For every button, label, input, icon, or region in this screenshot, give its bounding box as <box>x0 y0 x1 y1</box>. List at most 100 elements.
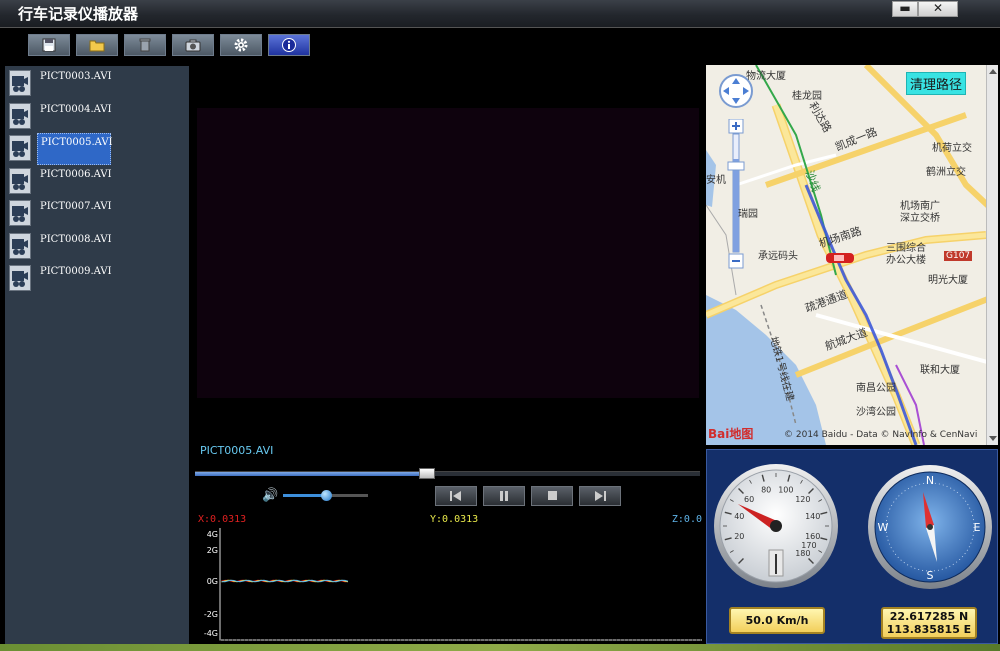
scroll-arrows <box>989 69 997 441</box>
file-list-item[interactable]: PICT0006.AVI <box>9 166 185 196</box>
trash-icon <box>139 38 151 52</box>
file-list-item[interactable]: PICT0008.AVI <box>9 231 185 261</box>
save-icon <box>42 38 56 52</box>
open-folder-button[interactable] <box>76 34 118 56</box>
zoom-slider-graphic <box>727 118 745 269</box>
gsensor-axis-label: -2G <box>204 610 218 619</box>
speed-tick-label: 140 <box>805 512 820 521</box>
title-bar: 行车记录仪播放器 ▬ ✕ <box>0 0 1000 28</box>
longitude: 113.835815 E <box>886 623 972 636</box>
file-list: PICT0003.AVI PICT0004.AVI PICT0005.AVI PICT… <box>5 66 189 644</box>
file-list-item[interactable]: PICT0005.AVI <box>9 133 185 165</box>
previous-button[interactable] <box>435 486 477 506</box>
highway-badge: G107 <box>944 251 973 261</box>
pause-button[interactable] <box>483 486 525 506</box>
speed-readout: 50.0 Km/h <box>729 607 825 634</box>
file-list-item[interactable]: PICT0007.AVI <box>9 198 185 228</box>
file-list-item[interactable]: PICT0003.AVI <box>9 68 185 98</box>
snapshot-button[interactable] <box>172 34 214 56</box>
seek-progress <box>195 472 428 476</box>
map-copyright: © 2014 Baidu - Data © NavInfo & CenNavi <box>784 430 978 440</box>
video-file-icon <box>9 200 31 226</box>
map-label: 南昌公园 <box>856 383 896 394</box>
map-label: 鹤洲立交 <box>926 167 966 178</box>
speed-tick-label: 160 <box>805 532 820 541</box>
accel-readout: X:0.0313 Y:0.0313 Z:0.0 <box>196 514 704 526</box>
window-title: 行车记录仪播放器 <box>18 5 139 23</box>
speed-tick-label: 180 <box>795 549 810 558</box>
video-area[interactable] <box>189 66 705 440</box>
map-label: 承远码头 <box>758 251 798 262</box>
compass-north: N <box>926 474 934 487</box>
video-file-icon <box>9 102 31 129</box>
camera-icon <box>185 39 201 52</box>
close-button[interactable]: ✕ <box>918 1 958 17</box>
file-name: PICT0003.AVI <box>40 71 112 82</box>
clear-route-button[interactable]: 清理路径 <box>906 72 967 95</box>
gps-coordinates: 22.617285 N 113.835815 E <box>881 607 977 639</box>
z-axis-value: Z:0.0 <box>671 514 702 525</box>
latitude: 22.617285 N <box>889 610 969 623</box>
map-scrollbar[interactable] <box>986 65 998 445</box>
volume-icon[interactable]: 🔊 <box>262 488 278 503</box>
pause-icon <box>500 491 508 501</box>
seek-slider[interactable] <box>195 468 700 479</box>
minimize-button[interactable]: ▬ <box>892 1 918 17</box>
gsensor-axis-label: -4G <box>204 629 218 638</box>
video-file-icon <box>9 135 31 161</box>
map-label: 瑞园 <box>738 209 758 220</box>
gsensor-axes <box>219 528 702 641</box>
file-name: PICT0004.AVI <box>40 103 112 115</box>
map-label: 物流大厦 <box>746 71 786 82</box>
gsensor-axis-label: 0G <box>207 577 218 586</box>
compass-west: W <box>878 521 889 534</box>
now-playing-label: PICT0005.AVI <box>200 444 274 457</box>
file-name: PICT0008.AVI <box>40 233 112 245</box>
map-label: 联和大厦 <box>920 365 960 376</box>
needle-hub <box>770 520 782 532</box>
map-zoom-slider[interactable] <box>727 118 745 269</box>
video-file-icon <box>9 70 31 96</box>
map-label: 办公大楼 <box>886 255 926 266</box>
gsensor-chart: 4G 2G 0G -2G -4G <box>204 528 702 641</box>
speed-tick-label: 100 <box>778 485 793 494</box>
save-button[interactable] <box>28 34 70 56</box>
map-label: 深立交桥 <box>900 213 940 224</box>
volume-handle[interactable] <box>320 490 332 501</box>
folder-icon <box>89 40 105 52</box>
settings-button[interactable] <box>220 34 262 56</box>
info-icon <box>282 38 296 52</box>
gear-icon <box>234 38 248 52</box>
next-icon <box>595 491 606 501</box>
speed-tick-label: 40 <box>734 512 744 521</box>
previous-icon <box>450 491 461 501</box>
map-label: 机荷立交 <box>932 143 972 154</box>
gsensor-axis-label: 2G <box>207 546 218 555</box>
about-button[interactable] <box>268 34 310 56</box>
video-file-icon <box>9 167 31 194</box>
delete-button[interactable] <box>124 34 166 56</box>
compass-south: S <box>927 569 934 582</box>
speed-tick-label: 80 <box>761 485 771 494</box>
video-frame[interactable] <box>197 108 699 398</box>
video-file-icon <box>9 232 31 259</box>
gauge-panel: 20 40 60 80 100 120 140 160 170 180 N E S W 50.0 … <box>706 449 998 644</box>
volume-slider[interactable] <box>283 490 368 501</box>
file-name: PICT0007.AVI <box>40 201 112 212</box>
seek-handle[interactable] <box>419 468 436 479</box>
next-button[interactable] <box>579 486 621 506</box>
stop-button[interactable] <box>531 486 573 506</box>
speedometer-gauge: 20406080 100120140160170180 <box>714 464 838 588</box>
baidu-logo: Bai地图 <box>708 427 754 441</box>
toolbar <box>0 28 1000 64</box>
speed-tick-label: 20 <box>734 532 744 541</box>
map-label: 安机 <box>706 175 726 186</box>
map-view[interactable]: 清理路径 物流大厦 桂龙园 利达路 凯成一路 机荷立交 鹤洲立交 安机 机场南广… <box>706 65 998 445</box>
file-list-item[interactable]: PICT0004.AVI <box>9 101 185 131</box>
file-list-item[interactable]: PICT0009.AVI <box>9 263 185 293</box>
speed-tick-label: 60 <box>744 495 754 504</box>
compass-gauge: N E S W <box>868 465 992 589</box>
speed-tick-label: 120 <box>795 495 810 504</box>
stop-icon <box>548 491 557 500</box>
map-label: 沙湾公园 <box>856 407 896 418</box>
